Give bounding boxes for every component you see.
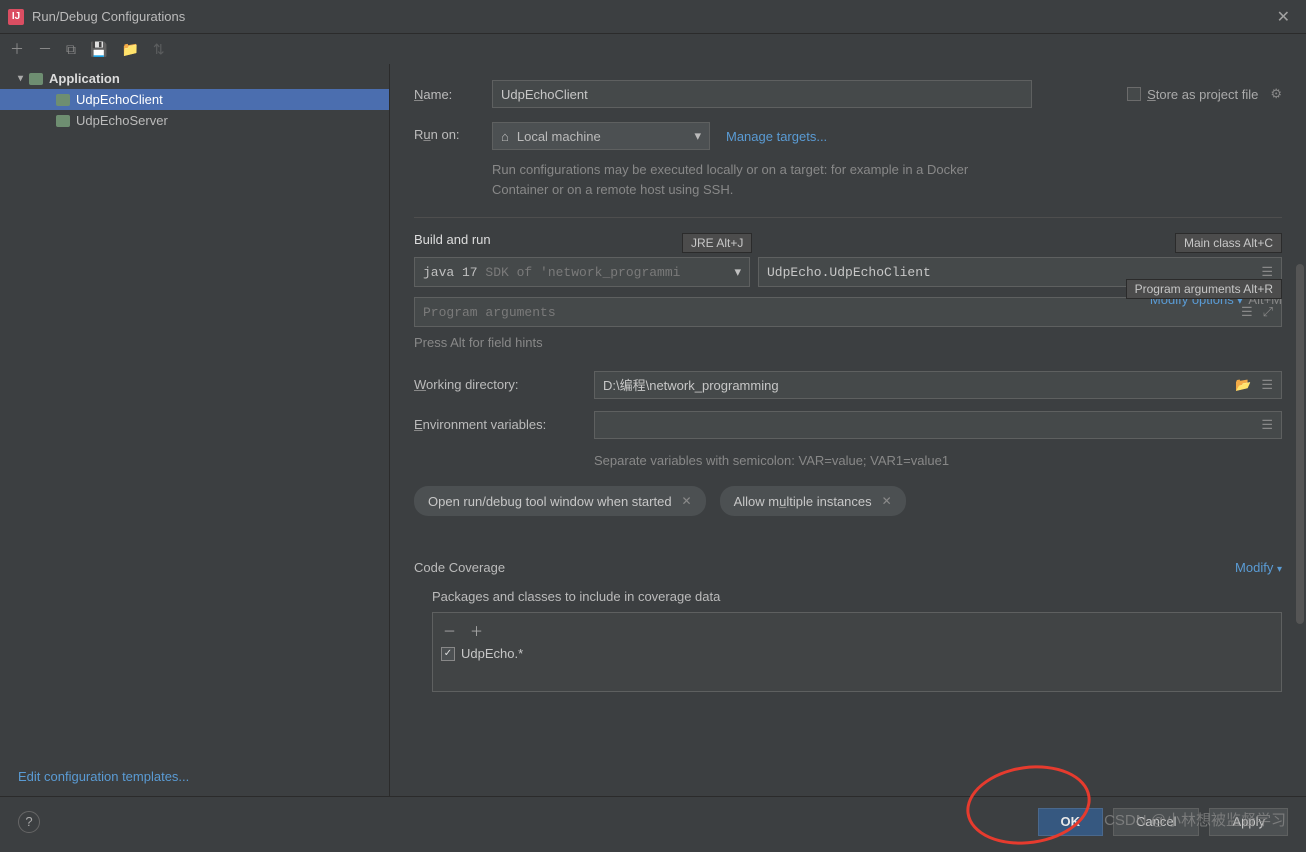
- working-dir-value: D:\编程\network_programming: [603, 375, 779, 394]
- manage-targets-link[interactable]: Manage targets...: [726, 129, 827, 144]
- coverage-item-label: UdpEcho.*: [461, 646, 523, 661]
- coverage-modify-link[interactable]: Modify ▾: [1235, 560, 1282, 575]
- run-config-icon: [56, 115, 70, 127]
- chevron-down-icon: ▾: [734, 265, 741, 280]
- help-button[interactable]: ?: [18, 811, 40, 833]
- list-icon[interactable]: ☰: [1261, 417, 1273, 433]
- env-label: Environment variables:: [414, 417, 574, 432]
- edit-templates-link[interactable]: Edit configuration templates...: [0, 757, 389, 796]
- chip-open-tool-window[interactable]: Open run/debug tool window when started …: [414, 486, 706, 516]
- close-icon[interactable]: ✕: [1269, 3, 1298, 31]
- home-icon: ⌂: [501, 129, 509, 144]
- scrollbar[interactable]: [1296, 264, 1304, 624]
- titlebar: IJ Run/Debug Configurations ✕: [0, 0, 1306, 34]
- coverage-subtitle: Packages and classes to include in cover…: [432, 589, 1282, 604]
- working-dir-label: Working directory:: [414, 377, 574, 392]
- remove-icon[interactable]: －: [443, 621, 456, 640]
- config-toolbar: ＋ － ⧉ 💾 📁 ⇅: [0, 34, 1306, 64]
- tree-item-label: UdpEchoServer: [76, 113, 168, 128]
- list-icon[interactable]: ☰: [1261, 377, 1273, 393]
- main-class-value: UdpEcho.UdpEchoClient: [767, 265, 931, 280]
- dialog-footer: ? OK Cancel Apply: [0, 796, 1306, 846]
- copy-icon[interactable]: ⧉: [66, 41, 76, 58]
- tree-item-udpechoserver[interactable]: UdpEchoServer: [0, 110, 389, 131]
- tree-item-udpechoclient[interactable]: UdpEchoClient: [0, 89, 389, 110]
- config-form: Name: UdpEchoClient Store as project fil…: [390, 64, 1306, 796]
- app-icon: IJ: [8, 9, 24, 25]
- chip-remove-icon[interactable]: ✕: [682, 494, 692, 508]
- chip-remove-icon[interactable]: ✕: [882, 494, 892, 508]
- folder-icon[interactable]: 📁: [121, 41, 138, 58]
- tree-item-label: UdpEchoClient: [76, 92, 163, 107]
- env-hint: Separate variables with semicolon: VAR=v…: [594, 451, 1282, 471]
- list-icon[interactable]: ☰: [1255, 265, 1273, 280]
- sort-icon[interactable]: ⇅: [153, 41, 165, 58]
- chevron-down-icon: ▾: [694, 128, 701, 144]
- program-args-placeholder: Program arguments: [423, 305, 556, 320]
- name-label: Name:: [414, 87, 474, 102]
- run-on-label: Run on:: [414, 122, 474, 142]
- run-on-combo[interactable]: ⌂ Local machine ▾: [492, 122, 710, 150]
- name-input[interactable]: UdpEchoClient: [492, 80, 1032, 108]
- save-icon[interactable]: 💾: [90, 41, 107, 58]
- args-hint-tag: Program arguments Alt+R: [1126, 279, 1282, 299]
- add-icon[interactable]: ＋: [10, 39, 24, 59]
- remove-icon[interactable]: －: [38, 39, 52, 59]
- build-run-title: Build and run: [414, 232, 1282, 247]
- tree-group-label: Application: [49, 71, 120, 86]
- store-checkbox[interactable]: [1127, 87, 1141, 101]
- coverage-checkbox[interactable]: ✓: [441, 647, 455, 661]
- run-on-value: Local machine: [517, 129, 601, 144]
- alt-hint: Press Alt for field hints: [414, 333, 1282, 353]
- config-tree: ▾ Application UdpEchoClient UdpEchoServe…: [0, 64, 390, 796]
- tree-group-application[interactable]: ▾ Application: [0, 68, 389, 89]
- main-class-hint-tag: Main class Alt+C: [1175, 233, 1282, 253]
- apply-button[interactable]: Apply: [1209, 808, 1288, 836]
- add-icon[interactable]: ＋: [470, 621, 483, 640]
- chevron-down-icon: ▾: [18, 73, 23, 84]
- application-group-icon: [29, 73, 43, 85]
- run-config-icon: [56, 94, 70, 106]
- gear-icon[interactable]: ⚙: [1270, 86, 1282, 102]
- env-input[interactable]: ☰: [594, 411, 1282, 439]
- ok-button[interactable]: OK: [1038, 808, 1104, 836]
- chip-allow-multiple[interactable]: Allow multiple instances ✕: [720, 486, 906, 516]
- window-title: Run/Debug Configurations: [32, 9, 185, 24]
- cancel-button[interactable]: Cancel: [1113, 808, 1199, 836]
- coverage-list: － ＋ ✓ UdpEcho.*: [432, 612, 1282, 692]
- working-dir-input[interactable]: D:\编程\network_programming 📂 ☰: [594, 371, 1282, 399]
- browse-icon[interactable]: 📂: [1235, 377, 1251, 393]
- jre-hint-tag: JRE Alt+J: [682, 233, 752, 253]
- run-on-hint: Run configurations may be executed local…: [492, 160, 992, 199]
- coverage-title: Code Coverage: [414, 560, 505, 575]
- jre-combo[interactable]: java 17 SDK of 'network_programmi ▾: [414, 257, 750, 287]
- name-value: UdpEchoClient: [501, 87, 588, 102]
- coverage-item[interactable]: ✓ UdpEcho.*: [441, 646, 1273, 661]
- store-label: Store as project file: [1147, 87, 1258, 102]
